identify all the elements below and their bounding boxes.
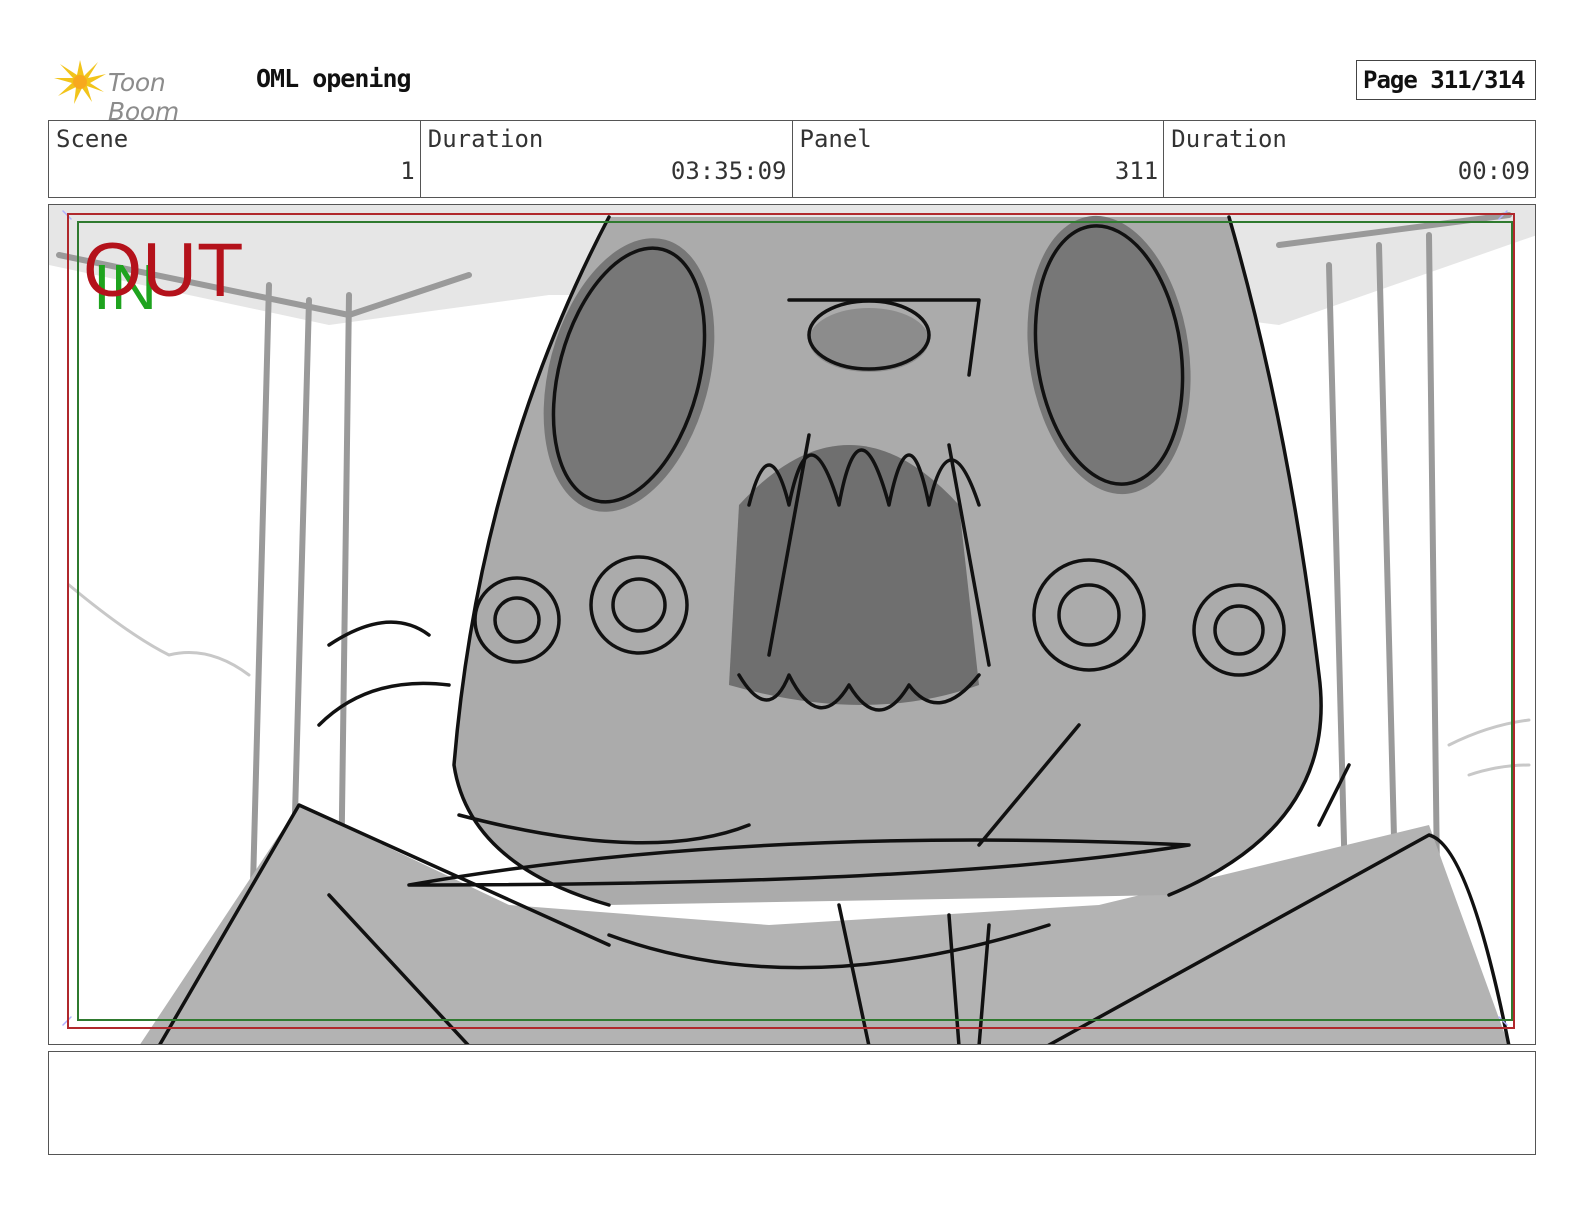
panel-value: 311 [1114,157,1159,185]
project-title: OML opening [256,64,412,93]
scene-value: 1 [400,157,415,185]
duration-value: 03:35:09 [670,157,787,185]
scene-label: Scene [56,125,129,153]
duration-label: Duration [427,125,544,153]
panel-duration-cell: Duration 00:09 [1164,121,1535,197]
scene-duration-cell: Duration 03:35:09 [421,121,793,197]
logo-text: Toon Boom [108,68,179,126]
page-number-box: Page 311/314 [1356,60,1536,100]
panel-duration-label: Duration [1171,125,1287,153]
toon-boom-logo: Toon Boom [52,56,242,126]
scene-cell: Scene 1 [49,121,421,197]
page-header: Toon Boom OML opening Page 311/314 [48,52,1536,126]
info-table: Scene 1 Duration 03:35:09 Panel 311 Dura… [48,120,1536,198]
out-marker: OUT [83,228,244,313]
starburst-icon [54,60,106,104]
storyboard-panel: IN OUT [48,204,1536,1045]
panel-label: Panel [799,125,872,153]
panel-cell: Panel 311 [793,121,1165,197]
safe-area-inner [77,221,1513,1021]
page-number: Page 311/314 [1363,66,1525,94]
panel-duration-value: 00:09 [1457,157,1530,185]
panel-notes [48,1051,1536,1155]
